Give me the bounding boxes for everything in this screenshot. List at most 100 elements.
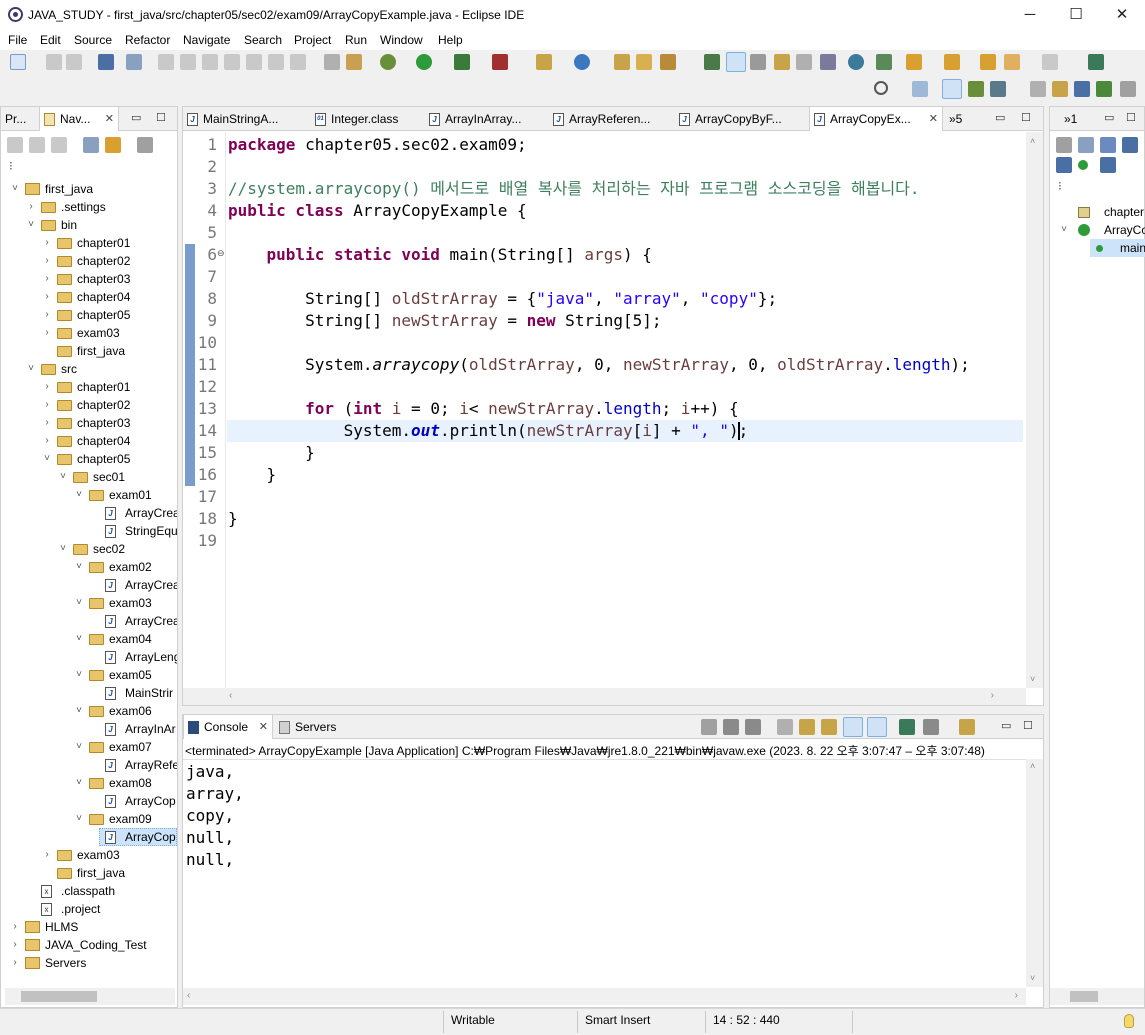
tab-arrayinarray[interactable]: J ArrayInArray... (425, 107, 549, 131)
layout-icon[interactable] (1074, 81, 1090, 97)
tree-item[interactable]: J ArrayCrea (1, 612, 177, 630)
open-perspective-icon[interactable] (912, 81, 928, 97)
scroll-left-icon[interactable]: ‹ (229, 690, 232, 701)
show-source-icon[interactable] (796, 54, 812, 70)
tree-item[interactable]: J ArrayCop (1, 792, 177, 810)
open-console-icon[interactable] (959, 719, 975, 735)
menu-window[interactable]: Window (380, 33, 423, 47)
collapse-chevron-icon[interactable]: › (9, 954, 21, 972)
menu-source[interactable]: Source (74, 33, 112, 47)
minimize-button[interactable]: ─ (1007, 0, 1053, 30)
editor-horizontal-scrollbar[interactable]: ‹ › (183, 688, 1026, 705)
hide-nonpublic-icon[interactable] (1078, 160, 1088, 170)
menu-refactor[interactable]: Refactor (125, 33, 170, 47)
tree-item[interactable]: first_java (1, 864, 177, 882)
clear-console-icon[interactable] (777, 719, 793, 735)
java-perspective-icon[interactable] (942, 79, 962, 99)
outline-tab-overflow[interactable]: »1 (1060, 107, 1090, 131)
maximize-button[interactable]: ☐ (1053, 0, 1099, 30)
show-whitespace-icon[interactable] (774, 54, 790, 70)
scroll-up-icon[interactable]: ˄ (1030, 761, 1035, 771)
tree-item[interactable]: ˅ exam04 (1, 630, 177, 648)
collapse-chevron-icon[interactable]: › (9, 918, 21, 936)
hide-local-types-icon[interactable] (1100, 157, 1116, 173)
tab-arrayreferen[interactable]: J ArrayReferen... (549, 107, 675, 131)
tree-item[interactable]: J ArrayCop (1, 828, 177, 846)
tree-item[interactable]: › Servers (1, 954, 177, 972)
tree-item[interactable]: › chapter01 (1, 234, 177, 252)
run-icon[interactable] (416, 54, 432, 70)
remove-all-launches-icon[interactable] (745, 719, 761, 735)
use-step-filters-icon[interactable] (346, 54, 362, 70)
outline-item-method[interactable]: main (1090, 239, 1145, 257)
toggle-mark-occurrences-icon[interactable] (704, 54, 720, 70)
tree-item[interactable]: ˅ exam07 (1, 738, 177, 756)
highlight-icon[interactable] (726, 52, 746, 72)
expand-chevron-icon[interactable]: ˅ (73, 702, 85, 720)
collapse-chevron-icon[interactable]: › (41, 396, 53, 414)
minimize-outline-icon[interactable]: ▭ (1104, 111, 1114, 124)
tree-item[interactable]: ˅ exam02 (1, 558, 177, 576)
pin-console-icon[interactable] (899, 719, 915, 735)
tree-item[interactable]: › chapter02 (1, 252, 177, 270)
menu-project[interactable]: Project (294, 33, 331, 47)
collapse-chevron-icon[interactable]: › (41, 378, 53, 396)
scroll-right-icon[interactable]: › (991, 690, 994, 701)
forward-icon[interactable] (1042, 54, 1058, 70)
maximize-editor-icon[interactable]: ☐ (1021, 111, 1031, 124)
view-menu-icon[interactable] (1120, 81, 1136, 97)
open-type-icon[interactable] (614, 54, 630, 70)
tree-item[interactable]: J ArrayLeng (1, 648, 177, 666)
link-editor-icon[interactable] (105, 137, 121, 153)
word-wrap-icon[interactable] (821, 719, 837, 735)
console-output[interactable]: java, array, copy, null, null, (183, 759, 1026, 987)
collapse-outline-icon[interactable] (1078, 137, 1094, 153)
tree-item[interactable]: x .project (1, 900, 177, 918)
lightbulb-icon[interactable] (1124, 1014, 1134, 1028)
tree-item[interactable]: ˅ exam05 (1, 666, 177, 684)
expand-chevron-icon[interactable]: ˅ (73, 666, 85, 684)
show-console-stdout-icon[interactable] (843, 717, 863, 737)
expand-chevron-icon[interactable]: ˅ (9, 180, 21, 198)
open-task-icon[interactable] (636, 54, 652, 70)
expand-chevron-icon[interactable]: ˅ (41, 450, 53, 468)
search-icon[interactable] (874, 81, 888, 95)
close-icon[interactable]: ✕ (259, 715, 268, 739)
tree-item[interactable]: › exam03 (1, 324, 177, 342)
scroll-down-icon[interactable]: ˅ (1030, 973, 1035, 983)
outline-horizontal-scrollbar[interactable] (1050, 988, 1144, 1005)
tree-item[interactable]: › JAVA_Coding_Test (1, 936, 177, 954)
tree-item[interactable]: ˅ exam01 (1, 486, 177, 504)
new-icon[interactable] (10, 54, 26, 70)
maximize-outline-icon[interactable]: ☐ (1126, 111, 1136, 124)
collapse-chevron-icon[interactable]: › (41, 414, 53, 432)
new-java-package-icon[interactable] (536, 54, 552, 70)
expand-chevron-icon[interactable]: ˅ (25, 360, 37, 378)
tab-servers[interactable]: Servers (275, 715, 355, 739)
view-menu-dots-icon[interactable] (137, 137, 153, 153)
package-explorer-icon[interactable] (1052, 81, 1068, 97)
terminate-icon[interactable] (202, 54, 218, 70)
server-icon[interactable] (876, 54, 892, 70)
maximize-console-icon[interactable]: ☐ (1023, 719, 1033, 732)
editor-vertical-scrollbar[interactable]: ˄ ˅ (1026, 132, 1043, 688)
tree-item[interactable]: first_java (1, 342, 177, 360)
tree-item[interactable]: › exam03 (1, 846, 177, 864)
save-all-icon[interactable] (66, 54, 82, 70)
git-perspective-icon[interactable] (990, 81, 1006, 97)
expand-chevron-icon[interactable]: ˅ (25, 216, 37, 234)
tree-item[interactable]: ˅ exam09 (1, 810, 177, 828)
tree-item[interactable]: › chapter01 (1, 378, 177, 396)
tab-project-explorer[interactable]: Pr... (1, 107, 37, 131)
menu-file[interactable]: File (8, 33, 27, 47)
tree-item[interactable]: ˅ exam06 (1, 702, 177, 720)
minimize-view-icon[interactable]: ▭ (131, 111, 141, 124)
tree-item[interactable]: ˅ bin (1, 216, 177, 234)
console-vertical-scrollbar[interactable]: ˄ ˅ (1026, 759, 1043, 987)
expand-chevron-icon[interactable]: ˅ (73, 738, 85, 756)
tab-mainstringa[interactable]: J MainStringA... (183, 107, 311, 131)
tree-item[interactable]: › chapter02 (1, 396, 177, 414)
sort-icon[interactable] (1100, 137, 1116, 153)
suspend-icon[interactable] (180, 54, 196, 70)
focus-active-task-icon[interactable] (1056, 137, 1072, 153)
